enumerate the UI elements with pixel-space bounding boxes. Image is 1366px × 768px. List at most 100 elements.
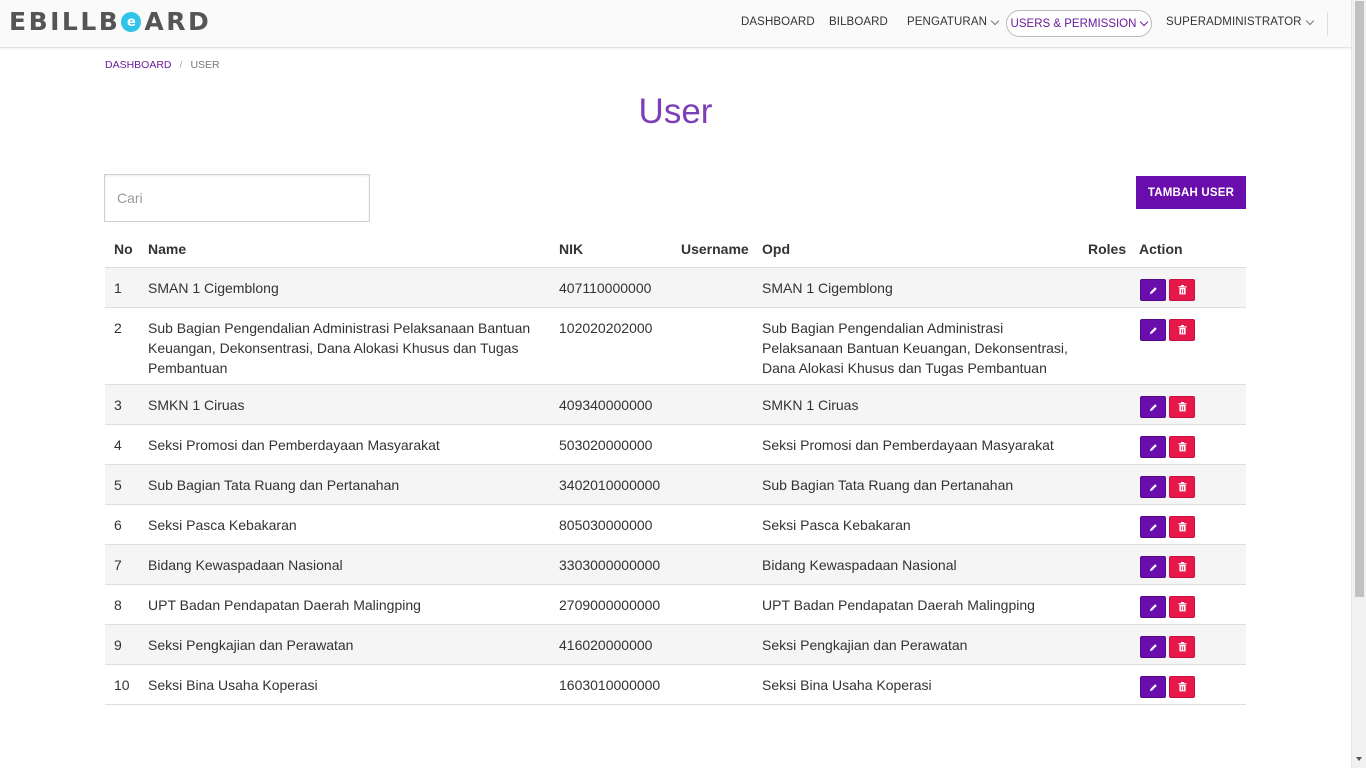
cell-nik: 416020000000 [559, 637, 653, 653]
edit-button[interactable] [1140, 319, 1166, 341]
cell-nik: 407110000000 [559, 280, 652, 296]
search-input[interactable] [104, 174, 370, 222]
cell-no: 2 [114, 320, 122, 336]
column-header-roles: Roles [1088, 241, 1127, 257]
nav-dashboard[interactable]: DASHBOARD [741, 16, 815, 28]
cell-opd: Seksi Pengkajian dan Perawatan [762, 637, 968, 653]
pencil-icon [1149, 563, 1157, 571]
trash-icon [1178, 642, 1186, 652]
chevron-down-icon [990, 16, 1000, 25]
nav-bilboard-label: BILBOARD [829, 16, 888, 28]
cell-no: 3 [114, 397, 122, 413]
breadcrumb-dashboard-link[interactable]: DASHBOARD [105, 59, 172, 71]
cell-opd: SMKN 1 Ciruas [762, 397, 859, 413]
cell-opd: UPT Badan Pendapatan Daerah Malingping [762, 597, 1035, 613]
add-user-button[interactable]: TAMBAH USER [1136, 176, 1246, 209]
delete-button[interactable] [1169, 396, 1195, 418]
delete-button[interactable] [1169, 436, 1195, 458]
table-row: 4 Seksi Promosi dan Pemberdayaan Masyara… [105, 425, 1246, 465]
edit-button[interactable] [1140, 556, 1166, 578]
cell-nik: 1603010000000 [559, 677, 661, 693]
edit-button[interactable] [1140, 516, 1166, 538]
table-row: 5 Sub Bagian Tata Ruang dan Pertanahan 3… [105, 465, 1246, 505]
cell-opd: Seksi Bina Usaha Koperasi [762, 677, 932, 693]
column-header-nik: NIK [559, 241, 584, 257]
column-header-username: Username [681, 241, 749, 257]
pencil-icon [1149, 603, 1157, 611]
pencil-icon [1149, 443, 1157, 451]
cell-opd: SMAN 1 Cigemblong [762, 280, 893, 296]
cell-nik: 102020202000 [559, 320, 653, 336]
table-row: 9 Seksi Pengkajian dan Perawatan 4160200… [105, 625, 1246, 665]
nav-users-permission-dropdown[interactable]: USERS & PERMISSION [1006, 10, 1152, 37]
nav-pengaturan-dropdown[interactable]: PENGATURAN [907, 16, 1000, 28]
chevron-down-icon [1140, 17, 1149, 27]
cell-nik: 2709000000000 [559, 597, 661, 613]
cell-name: Seksi Pengkajian dan Perawatan [148, 637, 354, 653]
top-navbar: EBILLB e ARD DASHBOARD BILBOARD PENGATURAN… [0, 0, 1351, 48]
pencil-icon [1149, 326, 1157, 334]
cell-nik: 409340000000 [559, 397, 653, 413]
page-title: User [638, 92, 713, 131]
edit-button[interactable] [1140, 436, 1166, 458]
cell-no: 1 [114, 280, 122, 296]
edit-button[interactable] [1140, 476, 1166, 498]
cell-opd: Sub Bagian Pengendalian Administrasi Pel… [762, 320, 1068, 376]
table-row: 1 SMAN 1 Cigemblong 407110000000 SMAN 1 … [105, 268, 1246, 308]
nav-bilboard[interactable]: BILBOARD [829, 16, 888, 28]
edit-button[interactable] [1140, 636, 1166, 658]
nav-divider [1327, 12, 1328, 36]
brand-logo[interactable]: EBILLB e ARD [9, 6, 211, 36]
cell-opd: Bidang Kewaspadaan Nasional [762, 557, 957, 573]
cell-name: Seksi Promosi dan Pemberdayaan Masyaraka… [148, 437, 440, 453]
edit-button[interactable] [1140, 396, 1166, 418]
breadcrumb: DASHBOARD / USER [105, 59, 220, 71]
delete-button[interactable] [1169, 556, 1195, 578]
cell-name: UPT Badan Pendapatan Daerah Malingping [148, 597, 421, 613]
vertical-scrollbar[interactable] [1351, 0, 1366, 768]
pencil-icon [1149, 523, 1157, 531]
delete-button[interactable] [1169, 596, 1195, 618]
nav-pengaturan-label: PENGATURAN [907, 16, 988, 28]
scroll-down-arrow-icon[interactable] [1356, 757, 1362, 761]
trash-icon [1178, 682, 1186, 692]
delete-button[interactable] [1169, 676, 1195, 698]
logo-text-left: EBILLB [9, 6, 121, 36]
column-header-no: No [114, 241, 133, 257]
cell-nik: 3402010000000 [559, 477, 661, 493]
delete-button[interactable] [1169, 516, 1195, 538]
delete-button[interactable] [1169, 319, 1195, 341]
edit-button[interactable] [1140, 279, 1166, 301]
delete-button[interactable] [1169, 476, 1195, 498]
cell-no: 8 [114, 597, 122, 613]
scrollbar-thumb[interactable] [1355, 1, 1364, 597]
cell-name: Seksi Bina Usaha Koperasi [148, 677, 318, 693]
column-header-opd: Opd [762, 241, 790, 257]
delete-button[interactable] [1169, 279, 1195, 301]
trash-icon [1178, 285, 1186, 295]
cell-no: 10 [114, 677, 130, 693]
breadcrumb-current: USER [190, 59, 220, 71]
column-header-action: Action [1139, 241, 1183, 257]
cell-nik: 805030000000 [559, 517, 653, 533]
trash-icon [1178, 402, 1186, 412]
nav-dashboard-label: DASHBOARD [741, 16, 815, 28]
pencil-icon [1149, 643, 1157, 651]
table-row: 7 Bidang Kewaspadaan Nasional 3303000000… [105, 545, 1246, 585]
cell-name: Sub Bagian Tata Ruang dan Pertanahan [148, 477, 400, 493]
delete-button[interactable] [1169, 636, 1195, 658]
nav-user-menu-dropdown[interactable]: SUPERADMINISTRATOR [1166, 16, 1314, 28]
cell-name: Sub Bagian Pengendalian Administrasi Pel… [148, 320, 531, 376]
cell-no: 4 [114, 437, 122, 453]
trash-icon [1178, 562, 1186, 572]
cell-nik: 3303000000000 [559, 557, 661, 573]
edit-button[interactable] [1140, 596, 1166, 618]
nav-users-permission-label: USERS & PERMISSION [1010, 17, 1137, 30]
table-row: 8 UPT Badan Pendapatan Daerah Malingping… [105, 585, 1246, 625]
edit-button[interactable] [1140, 676, 1166, 698]
table-row: 10 Seksi Bina Usaha Koperasi 16030100000… [105, 665, 1246, 705]
trash-icon [1178, 442, 1186, 452]
cell-name: SMKN 1 Ciruas [148, 397, 245, 413]
chevron-down-icon [1305, 16, 1314, 25]
trash-icon [1178, 602, 1186, 612]
